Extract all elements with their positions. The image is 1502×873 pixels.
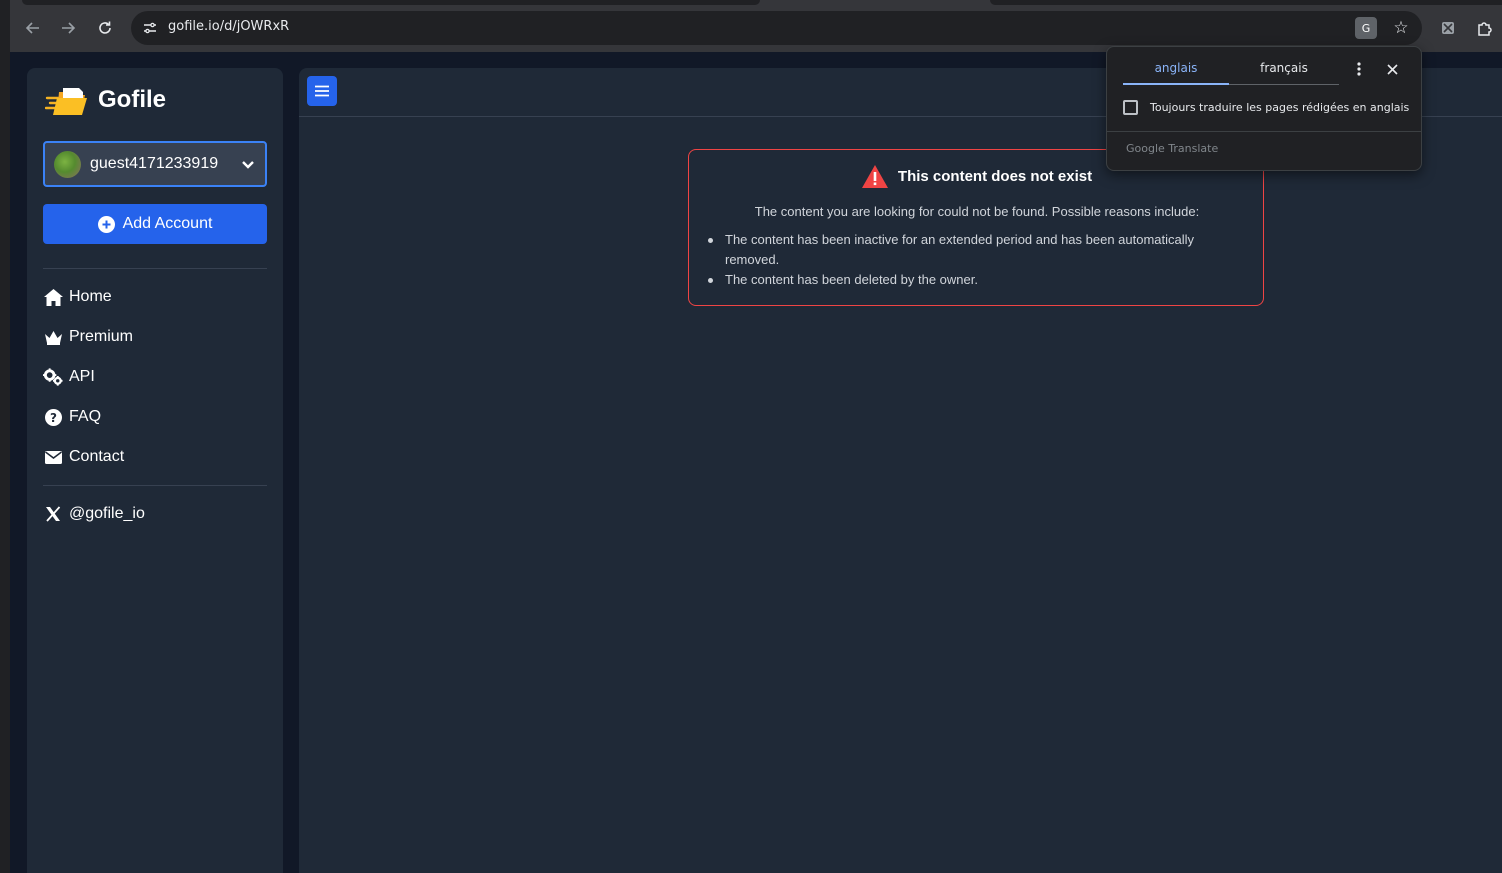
footer-product: Translate <box>1168 142 1219 155</box>
back-icon[interactable] <box>21 16 45 40</box>
sidebar-item-premium[interactable]: Premium <box>43 324 133 350</box>
envelope-icon <box>43 447 63 467</box>
sidebar-divider <box>43 268 267 269</box>
always-translate-label: Toujours traduire les pages rédigées en … <box>1150 101 1410 114</box>
sidebar-item-contact[interactable]: Contact <box>43 444 124 470</box>
sidebar-divider <box>43 485 267 486</box>
svg-text:?: ? <box>50 411 57 425</box>
chevron-down-icon <box>239 155 257 173</box>
sidebar-item-label: Contact <box>69 448 125 465</box>
google-translate-footer: Google Translate <box>1126 142 1218 155</box>
close-icon[interactable] <box>1382 59 1402 79</box>
translate-icon[interactable]: G <box>1355 17 1377 39</box>
gofile-logo-icon <box>44 82 91 118</box>
account-username: guest4171233919 <box>90 155 219 172</box>
brand-name: Gofile <box>98 86 167 113</box>
sidebar-item-api[interactable]: API <box>43 364 95 390</box>
url-text[interactable]: gofile.io/d/jOWRxR <box>168 19 289 34</box>
sidebar-item-label: API <box>69 368 95 385</box>
brand[interactable]: Gofile <box>44 82 167 118</box>
error-alert: This content does not exist The content … <box>688 149 1264 306</box>
sidebar-item-label: FAQ <box>69 408 102 425</box>
bookmark-star-icon[interactable]: ☆ <box>1389 16 1413 40</box>
x-logo-icon <box>43 504 63 524</box>
crown-icon <box>43 327 63 347</box>
account-selector[interactable]: guest4171233919 <box>43 141 267 187</box>
main-content: This content does not exist The content … <box>299 68 1502 873</box>
reasons-list: The content has been inactive for an ext… <box>708 230 1245 290</box>
tab-target-language[interactable]: français <box>1229 61 1339 85</box>
always-translate-row[interactable]: Toujours traduire les pages rédigées en … <box>1123 100 1409 115</box>
alert-description: The content you are looking for could no… <box>754 204 1200 219</box>
extension-icon[interactable] <box>1436 16 1460 40</box>
avatar <box>54 150 81 178</box>
browser-tab[interactable] <box>22 0 760 5</box>
browser-tab[interactable] <box>990 0 1502 5</box>
sidebar-item-faq[interactable]: ? FAQ <box>43 404 101 430</box>
hamburger-icon <box>315 85 329 97</box>
window-left-edge <box>0 0 10 873</box>
list-item: The content has been deleted by the owne… <box>708 270 1245 290</box>
question-circle-icon: ? <box>43 407 63 427</box>
alert-title: This content does not exist <box>897 168 1093 185</box>
menu-toggle-button[interactable] <box>307 76 337 106</box>
add-account-label: Add Account <box>122 215 213 232</box>
reload-icon[interactable] <box>93 16 117 40</box>
sidebar-item-home[interactable]: Home <box>43 284 112 310</box>
list-item: The content has been inactive for an ext… <box>708 230 1245 270</box>
translate-popup: anglais français Toujours traduire les p… <box>1106 46 1422 171</box>
add-account-button[interactable]: Add Account <box>43 204 267 244</box>
always-translate-checkbox[interactable] <box>1123 100 1138 115</box>
home-icon <box>43 287 63 307</box>
plus-circle-icon <box>97 215 115 233</box>
sidebar-item-social-x[interactable]: @gofile_io <box>43 501 145 527</box>
sidebar: Gofile guest4171233919 Add Account Home … <box>27 68 283 873</box>
footer-brand: Google <box>1126 142 1165 155</box>
forward-icon[interactable] <box>56 16 80 40</box>
sidebar-item-label: Premium <box>69 328 134 345</box>
site-info-icon[interactable] <box>141 19 159 37</box>
gears-icon <box>43 367 63 387</box>
address-bar[interactable]: gofile.io/d/jOWRxR G ☆ <box>131 11 1422 45</box>
popup-divider <box>1107 131 1421 132</box>
sidebar-item-label: Home <box>69 288 112 305</box>
more-options-icon[interactable] <box>1349 59 1369 79</box>
sidebar-item-label: @gofile_io <box>69 505 145 522</box>
tab-source-language[interactable]: anglais <box>1123 61 1229 85</box>
warning-triangle-icon <box>861 165 888 188</box>
extensions-puzzle-icon[interactable] <box>1473 16 1497 40</box>
